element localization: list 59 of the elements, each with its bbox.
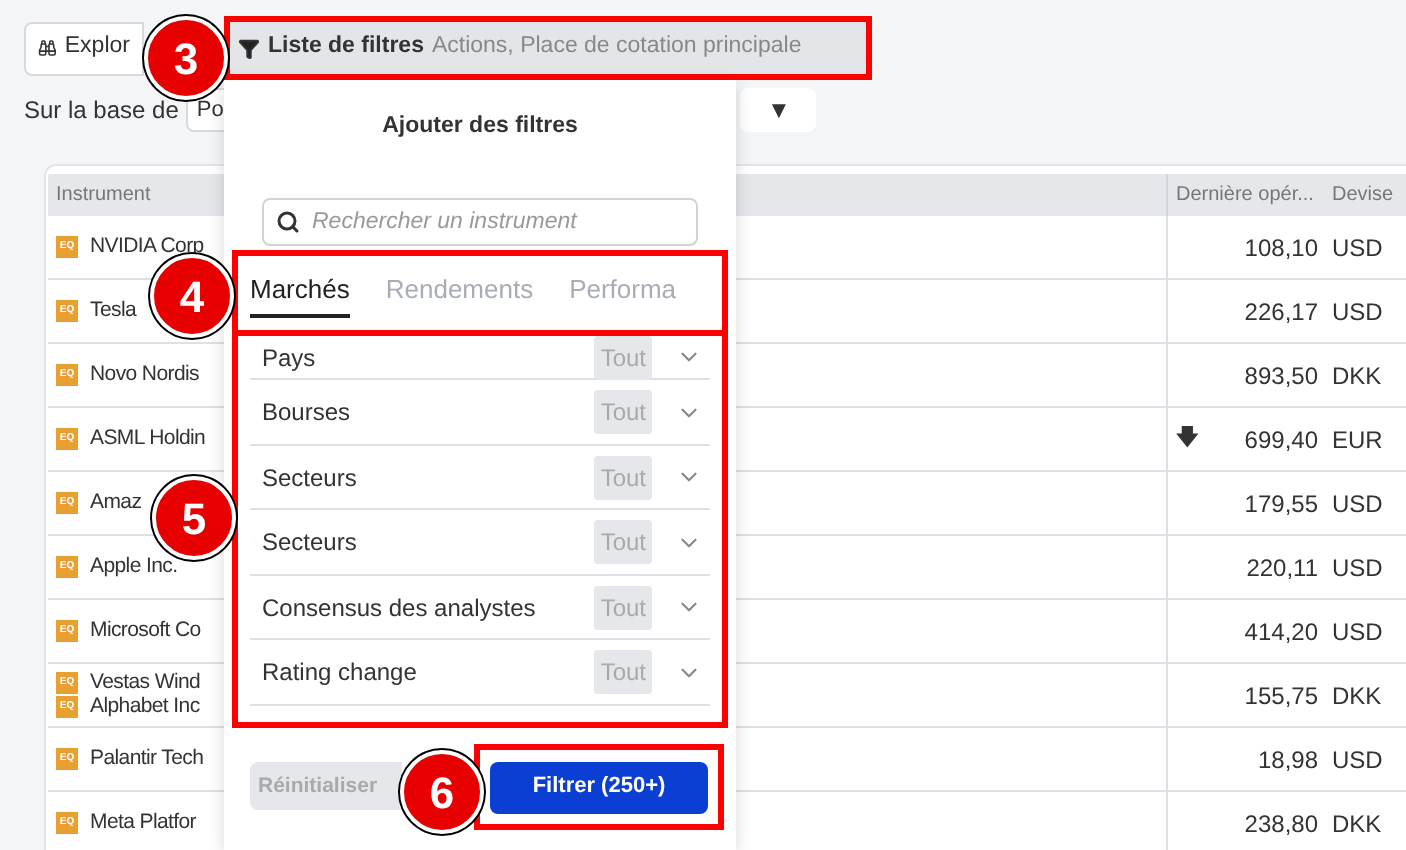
currency-cell-text: DKK — [1330, 359, 1382, 393]
filter-tab[interactable]: Marchés — [250, 269, 350, 319]
binoculars-icon — [38, 36, 57, 60]
filter-value-tag: Tout — [594, 520, 652, 564]
price-cell-text: 238,80 — [1244, 807, 1318, 841]
instrument-name: Amaz — [90, 492, 142, 514]
search-field[interactable]: Rechercher un instrument — [262, 198, 698, 247]
filter-label: Pays — [262, 341, 318, 376]
instrument-name: Alphabet Inc — [90, 696, 200, 718]
filter-value-tag: Tout — [594, 390, 652, 434]
explorer-button[interactable]: Explor — [24, 21, 144, 75]
search-icon — [276, 210, 300, 235]
filter-button[interactable]: Filtrer (250+) — [490, 761, 708, 813]
filter-value-tag: Tout — [594, 650, 652, 694]
currency-cell-text: USD — [1330, 551, 1383, 585]
instrument-name: Vestas Wind — [90, 672, 201, 694]
instrument-name: ASML Holdin — [90, 428, 206, 450]
currency-cell-text: EUR — [1330, 423, 1383, 457]
currency-cell-text: DKK — [1330, 807, 1382, 841]
filter-value-tag: Tout — [594, 336, 652, 380]
currency-cell-text: USD — [1330, 295, 1383, 329]
step-number-badge: 3 — [144, 16, 228, 100]
price-cell-text: 18,98 — [1257, 743, 1318, 777]
price-cell-text: 414,20 — [1244, 615, 1318, 649]
column-header: Devise — [1330, 182, 1394, 210]
price-cell-text: 893,50 — [1244, 359, 1318, 393]
price-cell-text: 155,75 — [1244, 679, 1318, 713]
filter-icon — [238, 37, 260, 59]
filter-label: Secteurs — [262, 461, 359, 495]
instrument-name: NVIDIA Corp — [90, 236, 204, 258]
filter-value-tag: Tout — [594, 455, 652, 499]
instrument-name: Palantir Tech — [90, 748, 204, 770]
down-arrow: 🡇 — [1176, 422, 1198, 455]
instrument-name: Tesla — [90, 300, 137, 322]
price-cell-text: 179,55 — [1244, 487, 1318, 521]
currency-cell-text: USD — [1330, 487, 1383, 521]
currency-cell-text: USD — [1330, 231, 1383, 265]
instrument-name: Apple Inc. — [90, 556, 178, 578]
filter-list-button[interactable]: Liste de filtres Actions, Place de cotation principale — [230, 22, 866, 74]
currency-cell-text: USD — [1330, 743, 1383, 777]
column-header: Dernière opér... — [1166, 174, 1326, 216]
price-cell-text: 220,11 — [1246, 551, 1318, 585]
instrument-name: Meta Platfor — [90, 812, 197, 834]
filter-value-tag: Tout — [594, 585, 652, 629]
filter-label: Secteurs — [262, 526, 359, 560]
price-cell-text: 226,17 — [1244, 295, 1318, 329]
price-cell-text: 699,40 — [1244, 423, 1318, 457]
filter-label: Consensus des analystes — [262, 591, 538, 625]
price-cell-text: 108,10 — [1244, 231, 1318, 265]
column-header: Instrument — [54, 182, 153, 210]
instrument-name: Microsoft Co — [90, 620, 201, 642]
filter-label: Bourses — [262, 396, 353, 430]
basis-label: Sur la base de — [24, 94, 179, 128]
dropdown-button[interactable]: ▼ — [740, 88, 817, 132]
filter-label: Rating change — [262, 656, 419, 690]
instrument-name: Novo Nordis — [90, 364, 199, 386]
currency-cell-text: DKK — [1330, 679, 1382, 713]
currency-cell-text: USD — [1330, 615, 1383, 649]
popup-title: Ajouter des filtres — [382, 112, 578, 142]
